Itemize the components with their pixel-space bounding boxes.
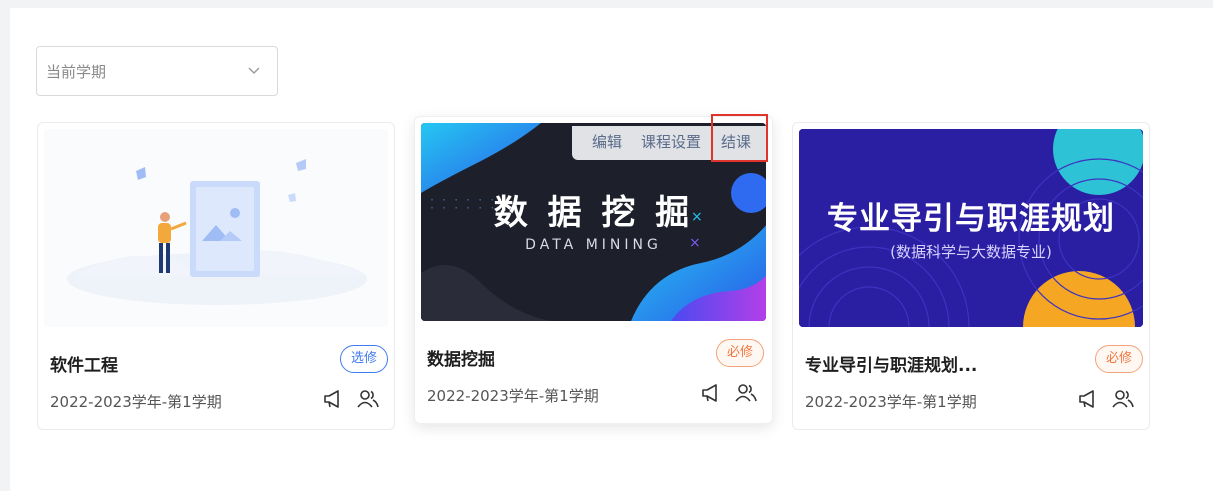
course-title[interactable]: 专业导引与职涯规划...: [805, 351, 977, 376]
course-card[interactable]: 软件工程 选修 2022-2023学年-第1学期: [37, 122, 395, 430]
course-cover-image[interactable]: [44, 129, 388, 327]
course-type-badge: 必修: [715, 339, 764, 367]
megaphone-icon[interactable]: [700, 381, 724, 405]
course-term: 2022-2023学年-第1学期: [427, 387, 599, 405]
highlight-box: [711, 114, 768, 162]
cover-title: 数 据 挖 掘: [493, 193, 694, 233]
card-actions: [700, 381, 758, 405]
semester-select-value: 当前学期: [46, 63, 107, 81]
course-type-badge: 选修: [339, 345, 388, 373]
users-icon[interactable]: [734, 381, 758, 405]
course-term: 2022-2023学年-第1学期: [805, 393, 977, 411]
course-card[interactable]: 专业导引与职涯规划 (数据科学与大数据专业) 专业导引与职涯规划... 必修 2…: [792, 122, 1150, 430]
cover-title: 专业导引与职涯规划: [827, 201, 1115, 237]
users-icon[interactable]: [356, 387, 380, 411]
course-title[interactable]: 软件工程: [50, 351, 118, 376]
course-term: 2022-2023学年-第1学期: [50, 393, 222, 411]
semester-select[interactable]: 当前学期: [36, 46, 278, 96]
course-cover-image[interactable]: 专业导引与职涯规划 (数据科学与大数据专业): [799, 129, 1143, 327]
course-title[interactable]: 数据挖掘: [427, 345, 495, 370]
megaphone-icon[interactable]: [322, 387, 346, 411]
edit-link[interactable]: 编辑: [592, 131, 622, 152]
course-type-badge: 必修: [1094, 345, 1143, 373]
chevron-down-icon: [248, 67, 260, 74]
users-icon[interactable]: [1111, 387, 1135, 411]
course-placeholder-illustration: [67, 159, 367, 305]
course-settings-link[interactable]: 课程设置: [641, 131, 701, 152]
course-card[interactable]: × × · · · · · · · · · · · · · · · · 数 据 …: [414, 116, 773, 424]
megaphone-icon[interactable]: [1077, 387, 1101, 411]
card-actions: [322, 387, 380, 411]
cover-subtitle: DATA MINING: [525, 237, 662, 253]
cover-subtitle: (数据科学与大数据专业): [890, 243, 1052, 261]
card-actions: [1077, 387, 1135, 411]
